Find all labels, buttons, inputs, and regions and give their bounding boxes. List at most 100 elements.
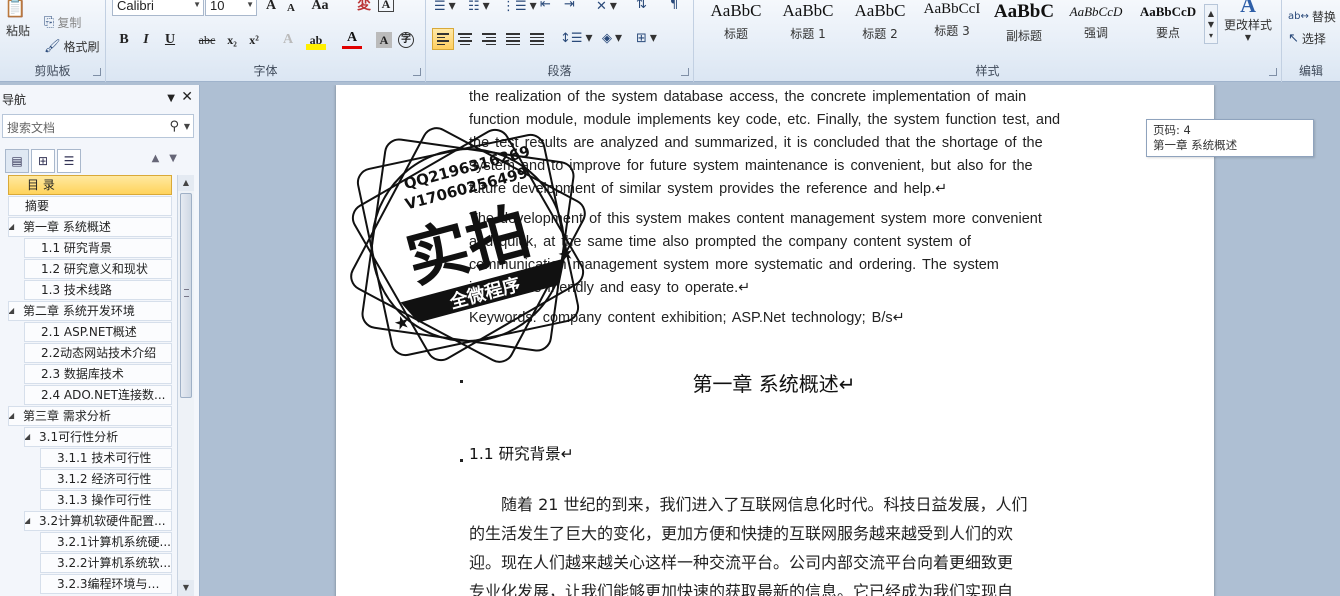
multilevel-list-button[interactable]: ⋮☰ ▾ [502, 0, 537, 14]
scroll-down-icon[interactable]: ▼ [178, 580, 194, 596]
align-right-button[interactable] [478, 28, 500, 50]
expand-triangle-icon[interactable]: ◢ [9, 302, 14, 320]
strikethrough-button[interactable]: abc [194, 30, 220, 50]
style-item[interactable]: AaBbCcI 标题 3 [916, 0, 988, 44]
style-item[interactable]: AaBbC 标题 [700, 0, 772, 44]
paste-button[interactable]: 📋 [4, 0, 26, 18]
styles-launcher-icon[interactable] [1269, 68, 1277, 76]
italic-button[interactable]: I [136, 30, 156, 50]
font-color-icon[interactable]: A [342, 30, 362, 49]
highlight-icon[interactable]: ab [306, 30, 326, 50]
scroll-thumb[interactable] [180, 193, 192, 398]
search-input[interactable]: 搜索文档 ⚲ ▼ [2, 114, 194, 138]
nav-heading-item[interactable]: 1.1 研究背景 [24, 238, 172, 258]
align-left-button[interactable] [432, 28, 454, 50]
nav-heading-item[interactable]: 1.3 技术线路 [24, 280, 172, 300]
nav-heading-item[interactable]: ◢ 3.1可行性分析 [24, 427, 172, 447]
nav-heading-item[interactable]: ◢ 第二章 系统开发环境 [8, 301, 172, 321]
keywords-line[interactable]: Keywords: company content exhibition; AS… [469, 307, 1079, 330]
chevron-up-icon[interactable]: ▲ [152, 153, 170, 164]
clipboard-launcher-icon[interactable] [93, 68, 101, 76]
search-icon[interactable]: ⚲ [169, 119, 179, 134]
expand-triangle-icon[interactable]: ◢ [9, 218, 14, 236]
format-painter-button[interactable]: 🖌 格式刷 [44, 38, 100, 55]
font-launcher-icon[interactable] [413, 68, 421, 76]
style-item[interactable]: AaBbCcD 要点 [1132, 0, 1204, 44]
nav-heading-item[interactable]: ◢ 第一章 系统概述 [8, 217, 172, 237]
change-styles-button[interactable]: A 更改样式 ▼ [1224, 0, 1272, 42]
text-effects-icon[interactable]: A [278, 30, 298, 50]
expand-triangle-icon[interactable]: ◢ [9, 407, 14, 425]
copy-button[interactable]: ⎘ 复制 [44, 14, 81, 31]
abstract-paragraph-1[interactable]: the realization of the system database a… [469, 86, 1079, 201]
nav-heading-item[interactable]: 2.1 ASP.NET概述 [24, 322, 172, 342]
expand-triangle-icon[interactable]: ◢ [25, 428, 30, 446]
phonetic-guide-icon[interactable]: 変 [354, 0, 374, 16]
font-size-select[interactable]: 10 ▼ [205, 0, 257, 16]
document-area[interactable]: the realization of the system database a… [202, 85, 1340, 596]
line-spacing-button[interactable]: ↕☰ ▾ [560, 30, 593, 46]
distributed-button[interactable] [526, 28, 548, 50]
tab-pages[interactable]: ⊞ [31, 149, 55, 173]
scroll-up-icon[interactable]: ▲ [178, 175, 194, 191]
char-shading-icon[interactable]: A [376, 32, 392, 48]
align-center-button[interactable] [454, 28, 476, 50]
nav-heading-item[interactable]: ◢ 第三章 需求分析 [8, 406, 172, 426]
nav-heading-item[interactable]: 2.2动态网站技术介绍 [24, 343, 172, 363]
shading-button[interactable]: ◈ ▾ [602, 30, 622, 46]
style-item[interactable]: AaBbC 标题 1 [772, 0, 844, 44]
numbering-button[interactable]: ☷ ▾ [468, 0, 490, 14]
nav-pane-menu-icon[interactable]: ▼ [167, 93, 175, 104]
style-item[interactable]: AaBbCcD 强调 [1060, 0, 1132, 44]
nav-heading-item[interactable]: 2.4 ADO.NET连接数... [24, 385, 172, 405]
underline-button[interactable]: U [160, 30, 180, 50]
nav-heading-item[interactable]: 摘要 [8, 196, 172, 216]
nav-heading-item[interactable]: 3.2.3编程环境与工具 [40, 574, 172, 594]
paste-label[interactable]: 粘贴 [6, 22, 30, 39]
nav-heading-item[interactable]: 目 录 [8, 175, 172, 195]
chevron-down-icon[interactable]: ▼ [169, 153, 187, 164]
tab-results[interactable]: ☰ [57, 149, 81, 173]
nav-prev-next[interactable]: ▲▼ [152, 153, 187, 164]
abstract-paragraph-2[interactable]: The development of this system makes con… [469, 208, 1079, 300]
section-heading[interactable]: 1.1 研究背景↵ [469, 442, 574, 464]
font-name-select[interactable]: Calibri ▼ [112, 0, 204, 16]
nav-heading-item[interactable]: 3.2.1计算机系统硬... [40, 532, 172, 552]
nav-heading-item[interactable]: ◢ 3.2计算机软硬件配置... [24, 511, 172, 531]
bullets-button[interactable]: ☰ ▾ [434, 0, 456, 14]
paragraph-launcher-icon[interactable] [681, 68, 689, 76]
subscript-button[interactable]: x₂ [222, 30, 242, 50]
chapter-heading[interactable]: 第一章 系统概述↵ [469, 368, 1079, 397]
expand-triangle-icon[interactable]: ◢ [25, 512, 30, 530]
style-item[interactable]: AaBbC 标题 2 [844, 0, 916, 44]
increase-indent-button[interactable]: ⇥ [564, 0, 575, 11]
tab-headings[interactable]: ▤ [5, 149, 29, 173]
borders-button[interactable]: ⊞ ▾ [636, 30, 657, 46]
justify-button[interactable] [502, 28, 524, 50]
select-button[interactable]: ↖ 选择 [1288, 30, 1326, 47]
shrink-font-button[interactable]: A [281, 0, 301, 18]
change-case-button[interactable]: Aa [306, 0, 334, 16]
replace-button[interactable]: ab↔ 替换 [1288, 8, 1336, 25]
nav-heading-item[interactable]: 3.1.3 操作可行性 [40, 490, 172, 510]
char-border-button[interactable]: A [378, 0, 394, 12]
nav-heading-item[interactable]: 3.1.1 技术可行性 [40, 448, 172, 468]
body-paragraph[interactable]: 随着 21 世纪的到来，我们进入了互联网信息化时代。科技日益发展，人们 的生活发… [469, 490, 1079, 596]
decrease-indent-button[interactable]: ⇤ [540, 0, 551, 11]
show-marks-button[interactable]: ¶ [670, 0, 678, 11]
styles-scroll[interactable]: ▲ ▼ ▾ [1204, 4, 1218, 44]
document-page[interactable]: the realization of the system database a… [336, 85, 1214, 596]
chinese-layout-button[interactable]: ✕ ▾ [596, 0, 617, 14]
bold-button[interactable]: B [114, 30, 134, 50]
nav-scrollbar[interactable]: ▲ ▼ [177, 175, 194, 596]
nav-heading-item[interactable]: 3.1.2 经济可行性 [40, 469, 172, 489]
enclose-char-icon[interactable]: 字 [398, 32, 414, 48]
style-item[interactable]: AaBbC 副标题 [988, 0, 1060, 44]
nav-heading-item[interactable]: 2.3 数据库技术 [24, 364, 172, 384]
sort-button[interactable]: ⇅ [636, 0, 647, 11]
nav-heading-item[interactable]: 3.2.2计算机系统软... [40, 553, 172, 573]
superscript-button[interactable]: x² [244, 30, 264, 50]
grow-font-button[interactable]: A [261, 0, 281, 16]
close-icon[interactable]: ✕ [181, 89, 193, 105]
nav-heading-item[interactable]: 1.2 研究意义和现状 [24, 259, 172, 279]
